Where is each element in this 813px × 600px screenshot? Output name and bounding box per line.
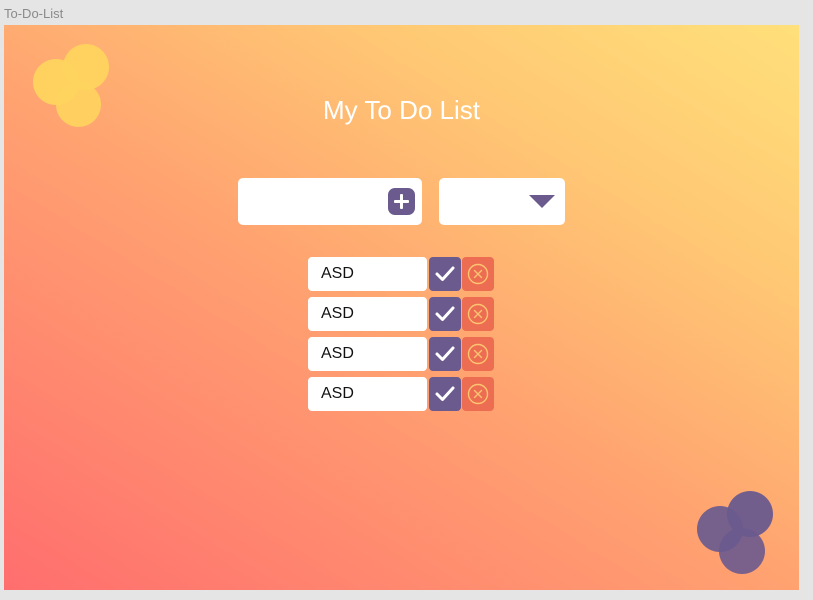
frame-title: To-Do-List	[4, 6, 64, 21]
list-item: ASD	[308, 337, 508, 371]
check-icon	[435, 346, 455, 361]
delete-button[interactable]	[462, 377, 494, 411]
triangle-down-icon	[529, 195, 555, 208]
complete-button[interactable]	[429, 337, 461, 371]
todo-text: ASD	[308, 297, 427, 331]
todo-text: ASD	[308, 257, 427, 291]
check-icon	[435, 386, 455, 401]
complete-button[interactable]	[429, 297, 461, 331]
close-circle-icon	[467, 383, 489, 405]
add-todo-button[interactable]	[388, 188, 415, 215]
complete-button[interactable]	[429, 257, 461, 291]
filter-dropdown[interactable]	[439, 178, 565, 225]
complete-button[interactable]	[429, 377, 461, 411]
close-circle-icon	[467, 263, 489, 285]
todo-list: ASD ASD ASD ASD	[308, 257, 508, 417]
list-item: ASD	[308, 297, 508, 331]
check-icon	[435, 306, 455, 321]
todo-text: ASD	[308, 337, 427, 371]
check-icon	[435, 266, 455, 281]
close-circle-icon	[467, 343, 489, 365]
todo-input[interactable]	[244, 186, 382, 218]
page-title: My To Do List	[322, 95, 480, 125]
app-canvas: My To Do List ASD ASD ASD ASD	[4, 25, 799, 590]
delete-button[interactable]	[462, 257, 494, 291]
list-item: ASD	[308, 377, 508, 411]
decorative-purple-circle	[719, 528, 765, 574]
close-circle-icon	[467, 303, 489, 325]
todo-text: ASD	[308, 377, 427, 411]
add-todo-form	[238, 178, 422, 225]
plus-icon	[394, 194, 409, 209]
delete-button[interactable]	[462, 337, 494, 371]
list-item: ASD	[308, 257, 508, 291]
delete-button[interactable]	[462, 297, 494, 331]
